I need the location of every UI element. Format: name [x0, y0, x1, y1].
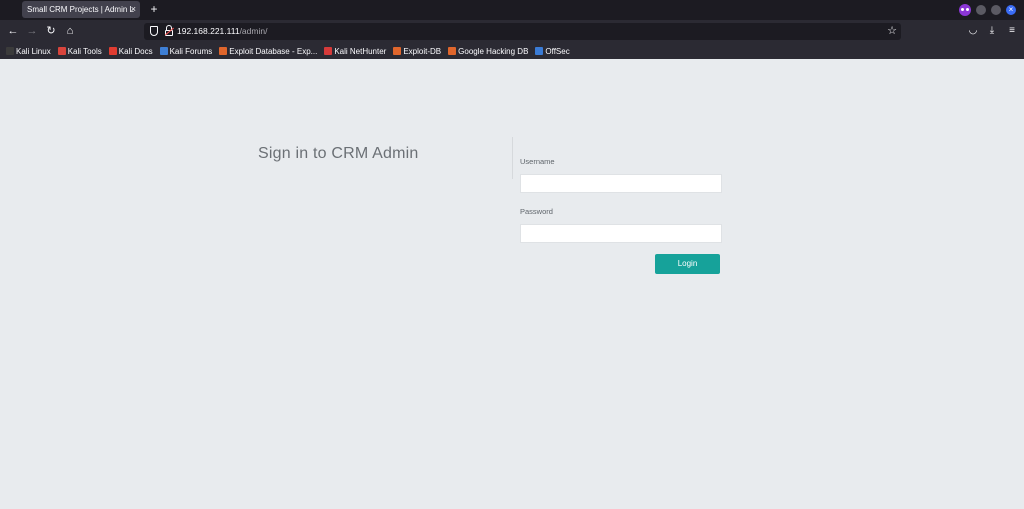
bookmark-star-icon[interactable]: ☆	[887, 24, 897, 38]
insecure-lock-icon[interactable]	[164, 25, 175, 37]
tab-close-icon[interactable]: ×	[131, 1, 136, 18]
bookmark-label: Kali Docs	[118, 46, 153, 56]
bookmark-offsec[interactable]: OffSec	[535, 46, 570, 56]
bookmark-kali-linux[interactable]: Kali Linux	[6, 47, 51, 56]
offsec-icon	[535, 47, 544, 55]
bookmark-label: Kali Linux	[16, 46, 51, 56]
url-host: 192.168.221.111	[177, 26, 240, 36]
back-button[interactable]: ←	[6, 24, 20, 38]
private-browsing-icon	[959, 4, 971, 16]
window-controls: ×	[959, 4, 1016, 16]
bookmark-label: Exploit Database - Exp...	[229, 46, 318, 56]
tracking-protection-icon[interactable]	[150, 26, 158, 36]
kali-tools-icon	[57, 47, 66, 55]
bookmark-label: Kali Forums	[169, 46, 213, 56]
nethunter-icon	[324, 47, 333, 55]
url-text[interactable]: 192.168.221.111/admin/	[177, 23, 267, 40]
minimize-button[interactable]	[976, 5, 986, 15]
pocket-icon[interactable]: ◡	[967, 24, 979, 38]
exploit-db-icon	[393, 47, 402, 55]
bookmarks-bar: Kali Linux Kali Tools Kali Docs Kali For…	[0, 43, 1024, 59]
address-bar[interactable]: 192.168.221.111/admin/ ☆	[144, 23, 901, 40]
bookmark-exploit-database[interactable]: Exploit Database - Exp...	[219, 47, 317, 56]
bookmark-label: Kali NetHunter	[334, 46, 387, 56]
bookmark-label: OffSec	[545, 46, 570, 56]
bookmark-kali-forums[interactable]: Kali Forums	[159, 46, 213, 56]
vertical-divider	[512, 137, 513, 179]
password-input[interactable]	[520, 224, 722, 243]
login-button[interactable]: Login	[655, 254, 720, 274]
kali-forums-icon	[159, 47, 168, 55]
kali-dragon-icon	[6, 47, 14, 55]
kali-docs-icon	[108, 47, 117, 55]
tab-active[interactable]: Small CRM Projects | Admin L ×	[22, 1, 140, 18]
username-input[interactable]	[520, 174, 722, 193]
bookmark-label: Kali Tools	[67, 46, 102, 56]
forward-button[interactable]: →	[25, 24, 39, 38]
page-content: Sign in to CRM Admin Username Password L…	[0, 59, 1024, 509]
bookmark-kali-docs[interactable]: Kali Docs	[108, 46, 153, 56]
bookmark-google-hacking-db[interactable]: Google Hacking DB	[448, 47, 528, 56]
exploit-db-icon	[448, 47, 457, 55]
new-tab-button[interactable]: +	[148, 0, 160, 20]
url-path: /admin/	[239, 26, 268, 36]
exploit-db-icon	[219, 47, 228, 55]
bookmark-kali-nethunter[interactable]: Kali NetHunter	[324, 47, 386, 56]
bookmark-label: Exploit-DB	[403, 46, 442, 56]
tab-title: Small CRM Projects | Admin L	[27, 5, 134, 14]
bookmark-label: Google Hacking DB	[458, 46, 529, 56]
maximize-button[interactable]	[991, 5, 1001, 15]
username-label: Username	[520, 157, 555, 166]
page-title: Sign in to CRM Admin	[258, 145, 419, 162]
download-icon[interactable]: ⤓	[986, 24, 998, 38]
reload-button[interactable]: ↻	[44, 24, 58, 38]
home-button[interactable]: ⌂	[63, 24, 77, 38]
window-close-button[interactable]: ×	[1006, 5, 1016, 15]
password-label: Password	[520, 207, 553, 216]
navigation-bar: ← → ↻ ⌂ 192.168.221.111/admin/ ☆ ◡ ⤓ ≡	[0, 20, 1024, 43]
menu-icon[interactable]: ≡	[1006, 24, 1018, 38]
bookmark-exploit-db[interactable]: Exploit-DB	[393, 47, 441, 56]
tab-strip: Small CRM Projects | Admin L × + ×	[0, 0, 1024, 20]
bookmark-kali-tools[interactable]: Kali Tools	[57, 46, 102, 56]
